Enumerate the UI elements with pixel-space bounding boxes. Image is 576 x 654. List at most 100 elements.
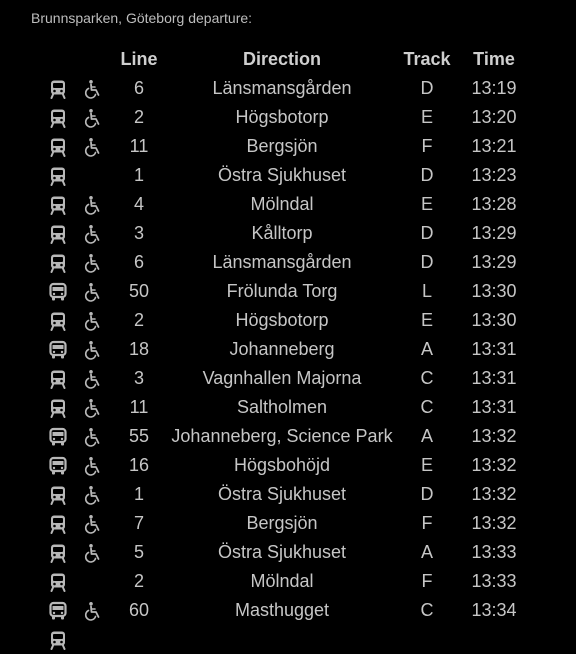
departure-row: 1 Östra Sjukhuset D 13:32 <box>40 480 530 509</box>
departure-line: 11 <box>129 397 149 417</box>
departures-body: 6 Länsmansgården D 13:19 2 Högsbotorp E 13:20 11… <box>40 74 530 654</box>
departure-time: 13:19 <box>471 78 517 98</box>
departure-row: 5 Östra Sjukhuset A 13:33 <box>40 538 530 567</box>
departure-direction: Bergsjön <box>246 136 318 156</box>
departure-track: C <box>420 600 434 620</box>
departure-line: 3 <box>133 223 144 243</box>
accessibility-empty <box>76 567 110 596</box>
departure-row: 6 Länsmansgården D 13:29 <box>40 248 530 277</box>
departure-line: 2 <box>133 571 144 591</box>
departure-time: 13:29 <box>471 223 517 243</box>
departure-row: 1 Östra Sjukhuset D 13:23 <box>40 161 530 190</box>
departure-time: 13:33 <box>471 542 517 562</box>
departure-time: 13:31 <box>471 397 517 417</box>
wheelchair-icon <box>76 190 110 219</box>
wheelchair-icon <box>76 219 110 248</box>
departure-time: 13:20 <box>471 107 517 127</box>
departure-time: 13:31 <box>471 339 517 359</box>
departure-direction: Saltholmen <box>236 397 328 417</box>
departure-track: E <box>420 455 433 475</box>
tram-icon <box>40 103 76 132</box>
departure-line: 2 <box>133 310 144 330</box>
departure-time: 13:32 <box>471 513 517 533</box>
departure-row: 2 Mölndal F 13:33 <box>40 567 530 596</box>
departure-row <box>40 625 530 654</box>
departure-track: A <box>420 339 433 359</box>
bus-icon <box>40 596 76 625</box>
departure-direction: Johanneberg <box>229 339 335 359</box>
tram-icon <box>40 74 76 103</box>
departure-line: 3 <box>133 368 144 388</box>
departure-time: 13:32 <box>471 455 517 475</box>
departure-line: 2 <box>133 107 144 127</box>
departure-track: A <box>420 426 433 446</box>
departure-row: 6 Länsmansgården D 13:19 <box>40 74 530 103</box>
departures-table: Line Direction Track Time 6 Länsmansgårde… <box>40 44 530 654</box>
departure-track: A <box>420 542 433 562</box>
header-track: Track <box>403 48 451 69</box>
departure-direction: Östra Sjukhuset <box>217 484 347 504</box>
departure-line: 7 <box>133 513 144 533</box>
bus-icon <box>40 335 76 364</box>
departure-line: 6 <box>133 78 144 98</box>
departure-track: E <box>420 194 433 214</box>
header-time: Time <box>473 48 515 69</box>
tram-icon <box>40 306 76 335</box>
header-line: Line <box>120 48 158 69</box>
bus-icon <box>40 277 76 306</box>
tram-icon <box>40 538 76 567</box>
tram-icon <box>40 161 76 190</box>
accessibility-empty <box>76 625 110 654</box>
wheelchair-icon <box>76 74 110 103</box>
departure-track: E <box>420 310 433 330</box>
departure-line: 50 <box>128 281 150 301</box>
wheelchair-icon <box>76 335 110 364</box>
departure-direction: Bergsjön <box>246 513 318 533</box>
departure-direction: Länsmansgården <box>212 252 352 272</box>
departure-row: 3 Vagnhallen Majorna C 13:31 <box>40 364 530 393</box>
departure-time: 13:31 <box>471 368 517 388</box>
wheelchair-icon <box>76 248 110 277</box>
accessibility-empty <box>76 161 110 190</box>
departure-direction: Mölndal <box>250 571 314 591</box>
departure-time: 13:28 <box>471 194 517 214</box>
departure-direction <box>168 625 396 654</box>
departure-time: 13:32 <box>471 484 517 504</box>
header-type <box>40 44 76 74</box>
departure-direction: Högsbotorp <box>235 310 329 330</box>
departure-track: D <box>420 484 434 504</box>
departure-row: 11 Saltholmen C 13:31 <box>40 393 530 422</box>
departure-time: 13:33 <box>471 571 517 591</box>
wheelchair-icon <box>76 277 110 306</box>
departure-time: 13:23 <box>471 165 517 185</box>
departure-line: 16 <box>128 455 150 475</box>
departure-line: 60 <box>128 600 150 620</box>
departure-track: F <box>421 571 433 591</box>
wheelchair-icon <box>76 422 110 451</box>
departure-time <box>458 625 530 654</box>
departure-line: 6 <box>133 252 144 272</box>
departure-direction: Länsmansgården <box>212 78 352 98</box>
departure-track: D <box>420 165 434 185</box>
wheelchair-icon <box>76 509 110 538</box>
tram-icon <box>40 364 76 393</box>
departure-time: 13:32 <box>471 426 517 446</box>
table-header-row: Line Direction Track Time <box>40 44 530 74</box>
departure-track: C <box>420 397 434 417</box>
tram-icon <box>40 248 76 277</box>
departure-direction: Högsbotorp <box>235 107 329 127</box>
departure-board-title: Brunnsparken, Göteborg departure: <box>31 10 253 26</box>
departure-direction: Johanneberg, Science Park <box>171 426 393 446</box>
bus-icon <box>40 451 76 480</box>
departure-direction: Kålltorp <box>251 223 313 243</box>
departure-row: 11 Bergsjön F 13:21 <box>40 132 530 161</box>
tram-icon <box>40 393 76 422</box>
departure-row: 55 Johanneberg, Science Park A 13:32 <box>40 422 530 451</box>
departure-time: 13:30 <box>471 281 517 301</box>
tram-icon <box>40 625 76 654</box>
departure-track: F <box>421 136 433 156</box>
departure-row: 50 Frölunda Torg L 13:30 <box>40 277 530 306</box>
departure-time: 13:30 <box>471 310 517 330</box>
tram-icon <box>40 132 76 161</box>
bus-icon <box>40 422 76 451</box>
